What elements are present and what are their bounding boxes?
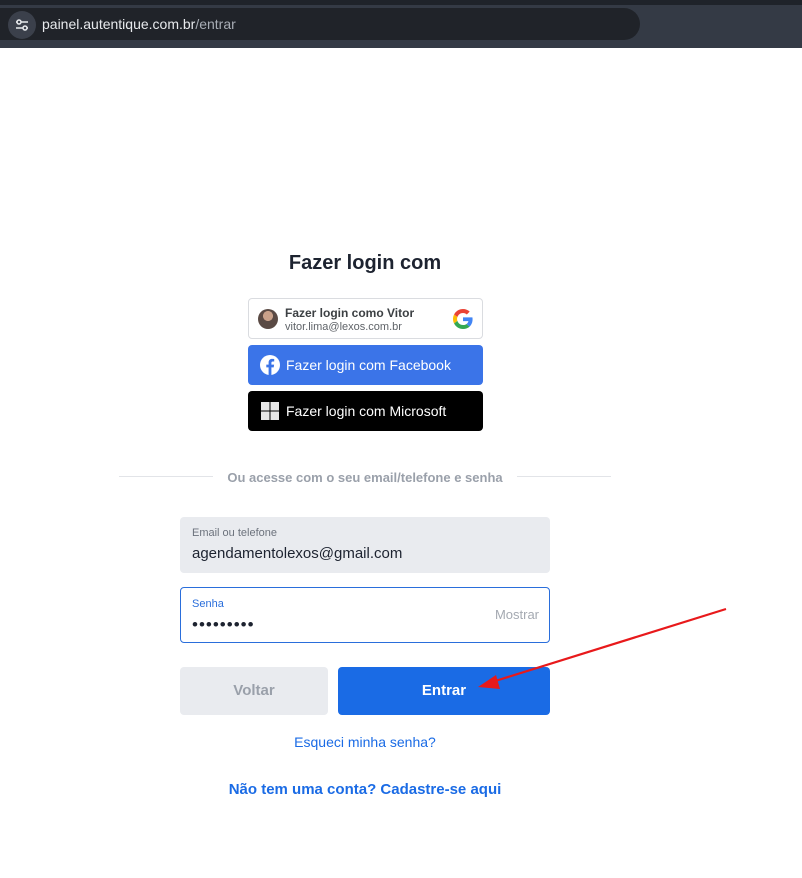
tab-strip bbox=[0, 0, 802, 5]
email-field-label: Email ou telefone bbox=[192, 527, 277, 539]
google-icon bbox=[453, 309, 473, 329]
url-path: /entrar bbox=[195, 16, 236, 32]
google-account-email: vitor.lima@lexos.com.br bbox=[285, 321, 402, 333]
url-host: painel.autentique.com.br bbox=[42, 16, 196, 32]
password-field[interactable]: Senha ••••••••• Mostrar bbox=[180, 587, 550, 643]
divider: Ou acesse com o seu email/telefone e sen… bbox=[0, 469, 730, 487]
url-text[interactable]: painel.autentique.com.br/entrar bbox=[42, 16, 236, 32]
tune-icon bbox=[16, 19, 28, 31]
email-field-value[interactable]: agendamentolexos@gmail.com bbox=[192, 545, 402, 562]
avatar bbox=[258, 309, 278, 329]
password-field-value[interactable]: ••••••••• bbox=[192, 615, 255, 635]
back-button[interactable]: Voltar bbox=[180, 667, 328, 715]
signup-link[interactable]: Não tem uma conta? Cadastre-se aqui bbox=[0, 781, 730, 798]
divider-text: Ou acesse com o seu email/telefone e sen… bbox=[213, 470, 517, 485]
email-field[interactable]: Email ou telefone agendamentolexos@gmail… bbox=[180, 517, 550, 573]
site-info-button[interactable] bbox=[8, 11, 36, 39]
show-password-button[interactable]: Mostrar bbox=[495, 607, 539, 622]
page-title: Fazer login com bbox=[288, 252, 442, 274]
microsoft-login-label: Fazer login com Microsoft bbox=[286, 403, 447, 419]
facebook-login-label: Fazer login com Facebook bbox=[286, 357, 451, 373]
enter-button[interactable]: Entrar bbox=[338, 667, 550, 715]
browser-toolbar: painel.autentique.com.br/entrar bbox=[0, 0, 802, 48]
facebook-icon bbox=[260, 355, 280, 375]
password-field-label: Senha bbox=[192, 598, 224, 610]
google-login-button[interactable]: Fazer login como Vitor vitor.lima@lexos.… bbox=[248, 298, 483, 339]
google-account-name: Fazer login como Vitor bbox=[285, 306, 415, 320]
microsoft-login-button[interactable]: Fazer login com Microsoft bbox=[248, 391, 483, 431]
facebook-login-button[interactable]: Fazer login com Facebook bbox=[248, 345, 483, 385]
microsoft-icon bbox=[261, 402, 279, 420]
forgot-password-link[interactable]: Esqueci minha senha? bbox=[0, 734, 730, 750]
